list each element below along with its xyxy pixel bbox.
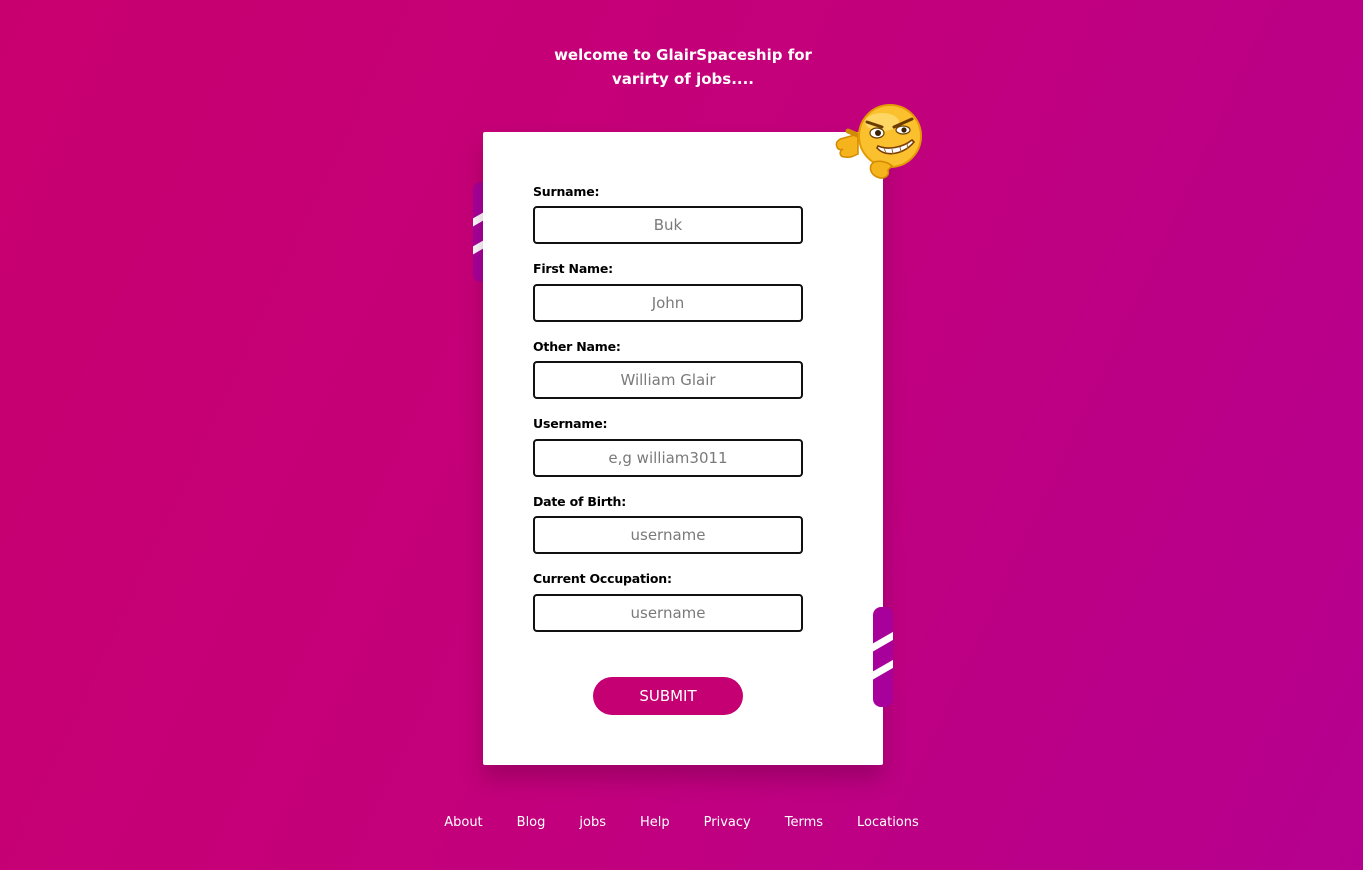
footer-link-blog[interactable]: Blog	[517, 814, 546, 832]
date-of-birth-input[interactable]	[533, 516, 803, 554]
welcome-heading: welcome to GlairSpaceship for varirty of…	[533, 43, 833, 91]
surname-input[interactable]	[533, 206, 803, 244]
footer-link-about[interactable]: About	[444, 814, 482, 832]
decorative-tab-right	[873, 607, 893, 707]
registration-card: Surname: First Name: Other Name: Usernam…	[483, 132, 883, 765]
footer-link-terms[interactable]: Terms	[785, 814, 823, 832]
current-occupation-input[interactable]	[533, 594, 803, 632]
footer-link-privacy[interactable]: Privacy	[704, 814, 751, 832]
footer-link-jobs[interactable]: jobs	[579, 814, 606, 832]
submit-button[interactable]: SUBMIT	[593, 677, 743, 715]
first-name-label: First Name:	[533, 261, 613, 276]
smirking-emoji-pointing-icon	[835, 104, 922, 179]
current-occupation-label: Current Occupation:	[533, 571, 672, 586]
surname-label: Surname:	[533, 184, 600, 199]
welcome-line-1: welcome to GlairSpaceship for	[554, 46, 812, 64]
footer-nav: About Blog jobs Help Privacy Terms Locat…	[0, 814, 1363, 832]
first-name-input[interactable]	[533, 284, 803, 322]
footer-link-help[interactable]: Help	[640, 814, 670, 832]
username-input[interactable]	[533, 439, 803, 477]
other-name-input[interactable]	[533, 361, 803, 399]
other-name-label: Other Name:	[533, 339, 621, 354]
username-label: Username:	[533, 416, 608, 431]
welcome-line-2: varirty of jobs....	[612, 70, 754, 88]
footer-link-locations[interactable]: Locations	[857, 814, 919, 832]
date-of-birth-label: Date of Birth:	[533, 494, 627, 509]
